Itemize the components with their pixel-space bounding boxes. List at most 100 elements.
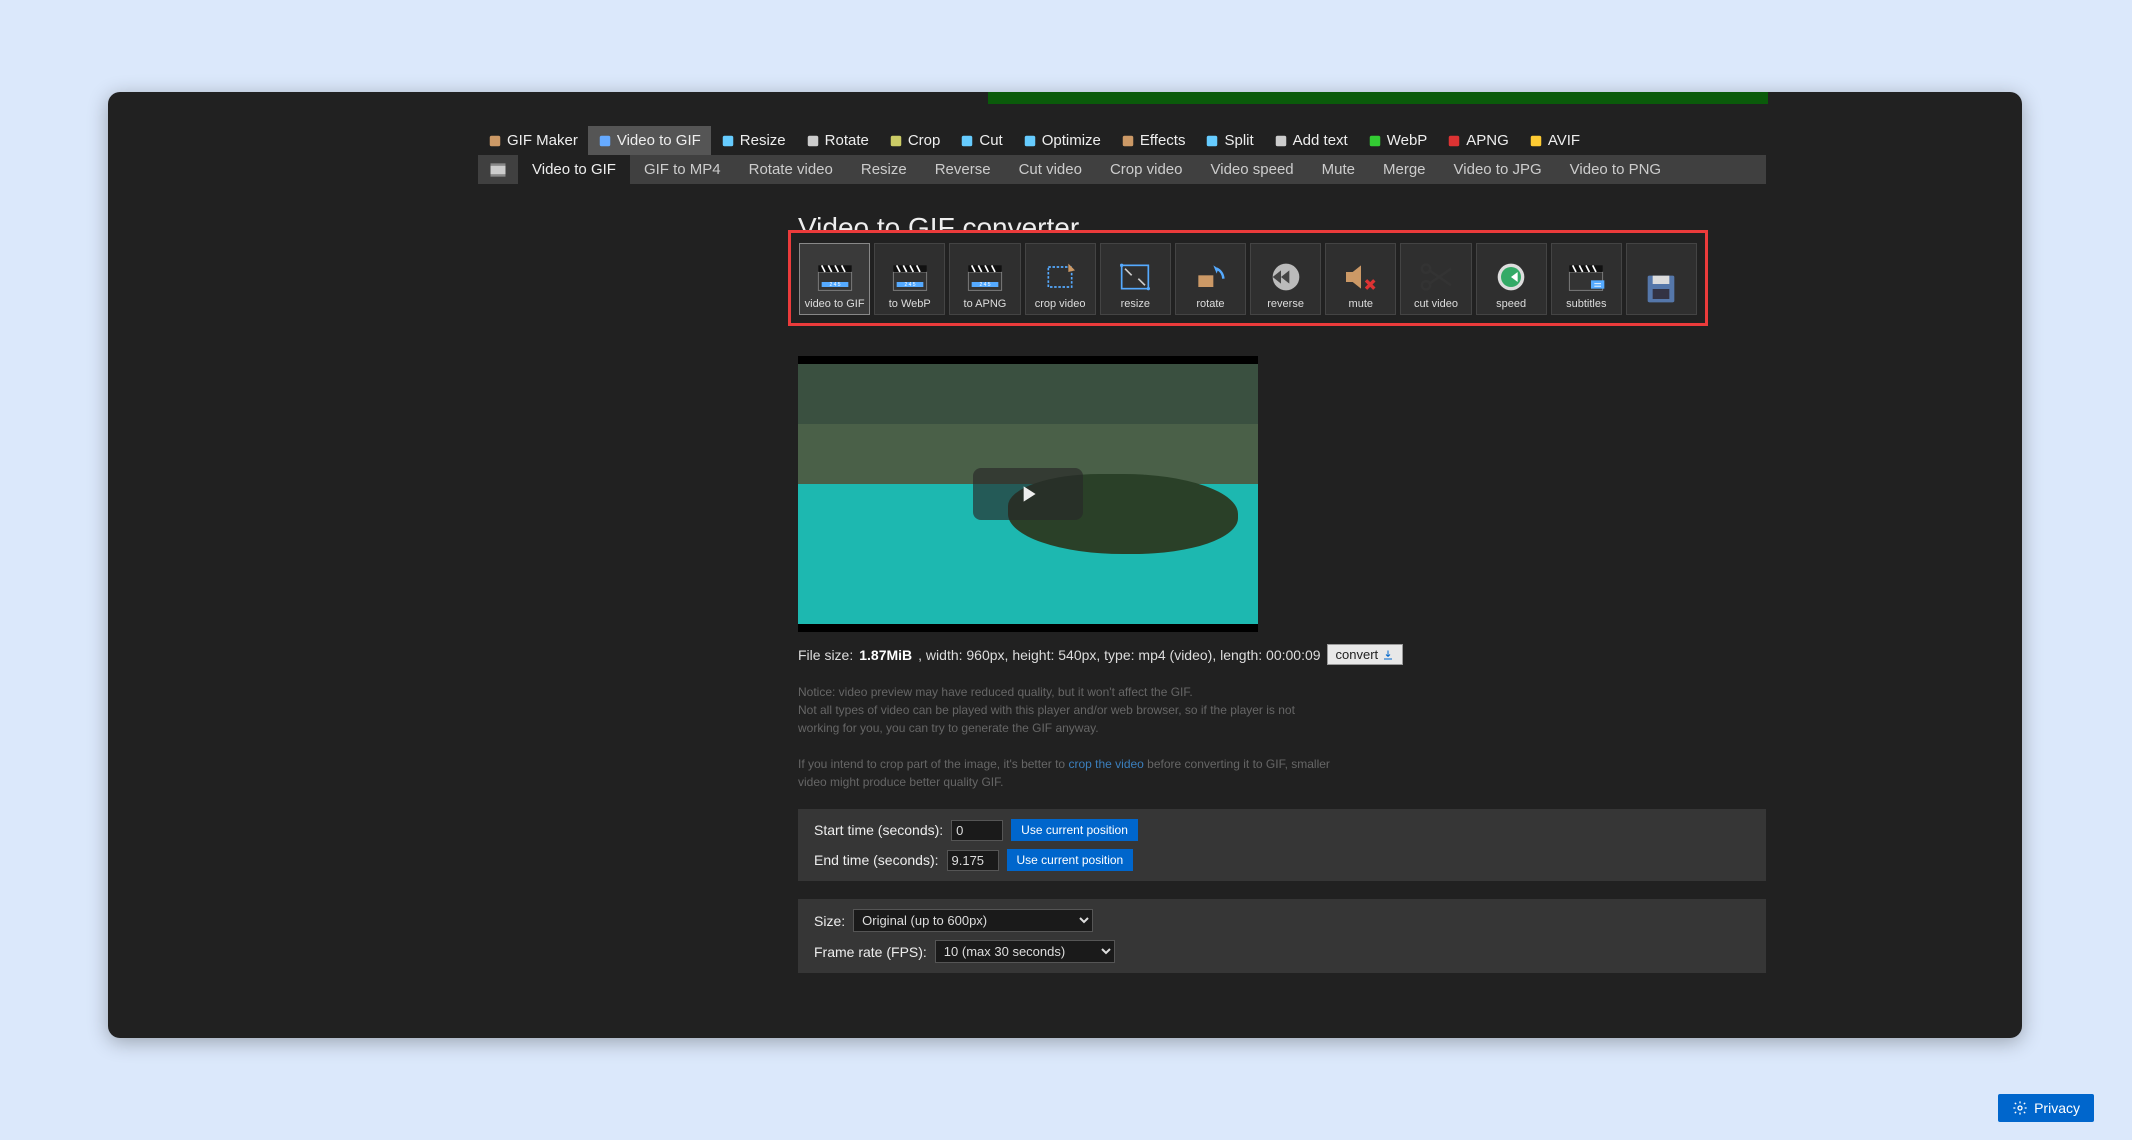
resize-icon (1115, 259, 1155, 295)
main-nav-optimize[interactable]: Optimize (1013, 126, 1111, 155)
filesize-value: 1.87MiB (859, 647, 912, 663)
film-icon (488, 134, 502, 148)
crop-icon (889, 134, 903, 148)
film-icon (478, 156, 518, 184)
nav-label: Effects (1140, 132, 1186, 149)
main-nav-add-text[interactable]: Add text (1264, 126, 1358, 155)
main-nav-avif[interactable]: AVIF (1519, 126, 1590, 155)
sub-nav-mute[interactable]: Mute (1308, 155, 1369, 184)
end-time-input[interactable] (947, 850, 999, 871)
sub-nav-reverse[interactable]: Reverse (921, 155, 1005, 184)
play-button[interactable] (973, 468, 1083, 520)
tool-resize[interactable]: resize (1100, 243, 1171, 315)
main-nav-resize[interactable]: Resize (711, 126, 796, 155)
size-select[interactable]: Original (up to 600px) (853, 909, 1093, 932)
apng-icon (1447, 134, 1461, 148)
tool-speed[interactable]: speed (1476, 243, 1547, 315)
clapper-icon: 2 4 5 (815, 259, 855, 295)
nav-label: AVIF (1548, 132, 1580, 149)
fps-select[interactable]: 10 (max 30 seconds) (935, 940, 1115, 963)
webp-icon (1368, 134, 1382, 148)
crop-icon (1040, 259, 1080, 295)
tool-mute[interactable]: mute (1325, 243, 1396, 315)
tool-label: resize (1121, 298, 1150, 310)
gear-icon (2012, 1100, 2028, 1116)
main-nav: GIF MakerVideo to GIFResize Rotate Crop Cut… (478, 126, 2022, 155)
tool-row: 2 4 5 video to GIF 2 4 5to WebP2 4 5to APN… (799, 243, 1697, 315)
tool-to-webp[interactable]: 2 4 5to WebP (874, 243, 945, 315)
tool-label: video to GIF (805, 298, 865, 310)
resize-icon (721, 134, 735, 148)
top-green-bar (988, 92, 1768, 104)
main-nav-rotate[interactable]: Rotate (796, 126, 879, 155)
video-icon (598, 134, 612, 148)
sub-nav-rotate-video[interactable]: Rotate video (735, 155, 847, 184)
size-label: Size: (814, 913, 845, 929)
notice-text: Notice: video preview may have reduced q… (798, 683, 1338, 791)
start-time-input[interactable] (951, 820, 1003, 841)
tool-label: crop video (1035, 298, 1086, 310)
sub-nav-video-to-png[interactable]: Video to PNG (1556, 155, 1675, 184)
window-scroll[interactable]: GIF MakerVideo to GIFResizeRotateCropCut… (108, 92, 2022, 1038)
tool-reverse[interactable]: reverse (1250, 243, 1321, 315)
use-current-start-button[interactable]: Use current position (1011, 819, 1138, 841)
tool-rotate[interactable]: rotate (1175, 243, 1246, 315)
notice-line3a: If you intend to crop part of the image,… (798, 757, 1068, 771)
main-nav-split[interactable]: Split (1195, 126, 1263, 155)
tool-subtitles[interactable]: subtitles (1551, 243, 1622, 315)
main-nav-webp[interactable]: WebP (1358, 126, 1438, 155)
tool-save[interactable] (1626, 243, 1697, 315)
rotate-icon (806, 134, 820, 148)
time-panel: Start time (seconds): Use current positi… (798, 809, 1766, 881)
optimize-icon (1023, 134, 1037, 148)
sub-nav-video-to-jpg[interactable]: Video to JPG (1440, 155, 1556, 184)
use-current-end-button[interactable]: Use current position (1007, 849, 1134, 871)
convert-label: convert (1336, 647, 1379, 662)
main-nav-video-to-gif[interactable]: Video to GIF (588, 126, 711, 155)
nav-label: Add text (1293, 132, 1348, 149)
subtitles-icon (1566, 259, 1606, 295)
file-info: File size: 1.87MiB , width: 960px, heigh… (798, 644, 1768, 665)
sub-nav-gif-to-mp4[interactable]: GIF to MP4 (630, 155, 735, 184)
tool-cut-video[interactable]: cut video (1400, 243, 1471, 315)
svg-text:2 4 5: 2 4 5 (829, 282, 840, 288)
text-icon (1274, 134, 1288, 148)
sub-nav-video-speed[interactable]: Video speed (1197, 155, 1308, 184)
cut-icon (960, 134, 974, 148)
sub-nav-resize[interactable]: Resize (847, 155, 921, 184)
sub-nav-video-to-gif[interactable]: Video to GIF (518, 155, 630, 184)
avif-icon (1529, 134, 1543, 148)
sub-nav-cut-video[interactable]: Cut video (1005, 155, 1096, 184)
main-nav-gif-maker[interactable]: GIF Maker (478, 126, 588, 155)
download-icon (1382, 649, 1394, 661)
tool-label: reverse (1267, 298, 1304, 310)
main-nav-cut[interactable]: Cut (950, 126, 1012, 155)
tool-crop-video[interactable]: crop video (1025, 243, 1096, 315)
video-thumbnail (798, 364, 1258, 624)
sub-nav-crop-video[interactable]: Crop video (1096, 155, 1197, 184)
options-panel: Size: Original (up to 600px) Frame rate … (798, 899, 1766, 973)
clapper-icon: 2 4 5 (965, 259, 1005, 295)
sub-nav: Video to GIFGIF to MP4Rotate videoResize… (478, 155, 1766, 184)
tool-label: mute (1349, 298, 1373, 310)
nav-label: Split (1224, 132, 1253, 149)
tool-label: speed (1496, 298, 1526, 310)
nav-label: Cut (979, 132, 1002, 149)
main-nav-crop[interactable]: Crop (879, 126, 951, 155)
privacy-label: Privacy (2034, 1100, 2080, 1116)
end-time-label: End time (seconds): (814, 852, 939, 868)
main-nav-apng[interactable]: APNG (1437, 126, 1519, 155)
nav-label: Optimize (1042, 132, 1101, 149)
tool-to-apng[interactable]: 2 4 5to APNG (949, 243, 1020, 315)
nav-label: Rotate (825, 132, 869, 149)
crop-video-link[interactable]: crop the video (1068, 757, 1143, 771)
scissors-icon (1416, 259, 1456, 295)
convert-button[interactable]: convert (1327, 644, 1404, 665)
main-nav-effects[interactable]: Effects (1111, 126, 1196, 155)
privacy-button[interactable]: Privacy (1998, 1094, 2094, 1122)
tool-label: cut video (1414, 298, 1458, 310)
start-time-label: Start time (seconds): (814, 822, 943, 838)
tool-video-to-gif[interactable]: 2 4 5 video to GIF (799, 243, 870, 315)
sub-nav-merge[interactable]: Merge (1369, 155, 1440, 184)
tool-label: rotate (1196, 298, 1224, 310)
